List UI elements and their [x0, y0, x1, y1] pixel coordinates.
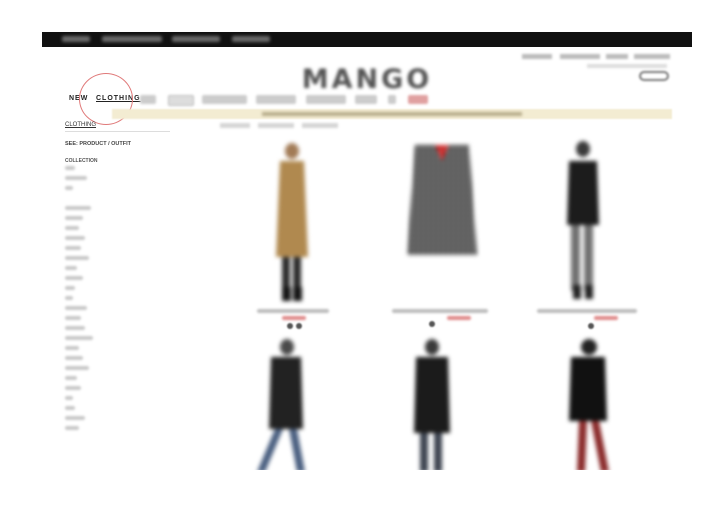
- util-link[interactable]: [560, 54, 600, 59]
- product-image[interactable]: [557, 137, 607, 307]
- nav-item[interactable]: [388, 95, 396, 104]
- sidebar-filter-link[interactable]: [65, 176, 87, 180]
- sidebar-filter-link[interactable]: [65, 216, 83, 220]
- page-screenshot: MANGO NEW CLOTHING CLOTHING SEE: PRODUCT…: [42, 32, 692, 470]
- sidebar-filter-link[interactable]: [65, 296, 73, 300]
- sidebar-filter-link[interactable]: [65, 416, 85, 420]
- sidebar-filter-link[interactable]: [65, 376, 77, 380]
- topbar-link[interactable]: [172, 36, 220, 42]
- product-price: [282, 316, 306, 320]
- nav-item[interactable]: [140, 95, 156, 104]
- nav-item[interactable]: [355, 95, 377, 104]
- sidebar-filter-link[interactable]: [65, 286, 75, 290]
- color-swatch[interactable]: [296, 323, 302, 329]
- sidebar-filter-link[interactable]: [65, 386, 81, 390]
- sidebar-filter-link[interactable]: [65, 336, 93, 340]
- sidebar-collection-heading: COLLECTION: [65, 158, 98, 164]
- product-caption[interactable]: [392, 309, 488, 313]
- topbar-link[interactable]: [102, 36, 162, 42]
- nav-item[interactable]: [202, 95, 247, 104]
- top-bar: [42, 32, 692, 47]
- color-swatch[interactable]: [588, 323, 594, 329]
- sidebar-filter-link[interactable]: [65, 366, 89, 370]
- sidebar-filter-link[interactable]: [65, 256, 89, 260]
- sidebar-filter-link[interactable]: [65, 236, 85, 240]
- sidebar-filter-link[interactable]: [65, 206, 91, 210]
- product-price: [447, 316, 471, 320]
- nav-item[interactable]: [256, 95, 296, 104]
- sidebar-filter-link[interactable]: [65, 356, 83, 360]
- bag-icon[interactable]: [639, 71, 669, 81]
- nav-item[interactable]: [306, 95, 346, 104]
- sidebar-filter-link[interactable]: [65, 406, 75, 410]
- product-image[interactable]: [257, 337, 312, 470]
- sidebar-filter-link[interactable]: [65, 226, 79, 230]
- product-image[interactable]: [404, 337, 459, 470]
- product-image[interactable]: [557, 337, 617, 470]
- sidebar-filter-link[interactable]: [65, 326, 85, 330]
- sidebar-filter-link[interactable]: [65, 246, 81, 250]
- sidebar-filter-link[interactable]: [65, 266, 77, 270]
- brand-logo[interactable]: MANGO: [299, 64, 435, 95]
- topbar-link[interactable]: [232, 36, 270, 42]
- sidebar-filter-link[interactable]: [65, 166, 75, 170]
- sidebar-filter-link[interactable]: [65, 426, 79, 430]
- product-caption[interactable]: [257, 309, 329, 313]
- promo-banner[interactable]: [112, 109, 672, 119]
- product-image[interactable]: [397, 137, 487, 267]
- sidebar-title[interactable]: CLOTHING: [65, 122, 96, 128]
- sidebar-see-toggle[interactable]: SEE: PRODUCT / OUTFIT: [65, 141, 131, 147]
- util-link[interactable]: [634, 54, 670, 59]
- topbar-link[interactable]: [62, 36, 90, 42]
- product-caption[interactable]: [537, 309, 637, 313]
- sidebar-filter-link[interactable]: [65, 306, 87, 310]
- filter-link[interactable]: [258, 123, 294, 128]
- product-price: [594, 316, 618, 320]
- filter-link[interactable]: [220, 123, 250, 128]
- filter-link[interactable]: [302, 123, 338, 128]
- divider: [65, 131, 170, 132]
- util-link[interactable]: [606, 54, 628, 59]
- color-swatch[interactable]: [429, 321, 435, 327]
- product-image[interactable]: [260, 137, 320, 307]
- sidebar-filter-link[interactable]: [65, 186, 73, 190]
- sidebar-filter-link[interactable]: [65, 396, 73, 400]
- util-link[interactable]: [522, 54, 552, 59]
- sidebar-filter-link[interactable]: [65, 276, 83, 280]
- nav-item-sale[interactable]: [408, 95, 428, 104]
- search-area[interactable]: [587, 64, 667, 68]
- nav-item[interactable]: [168, 95, 194, 106]
- sidebar-filter-link[interactable]: [65, 316, 81, 320]
- color-swatch[interactable]: [287, 323, 293, 329]
- sidebar-filter-link[interactable]: [65, 346, 79, 350]
